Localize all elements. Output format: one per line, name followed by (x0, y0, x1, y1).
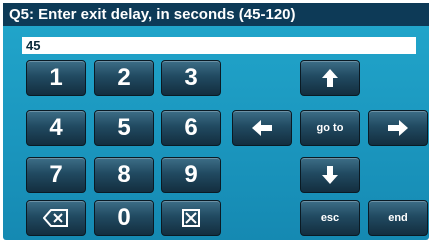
prompt-title: Q5: Enter exit delay, in seconds (45-120… (3, 3, 429, 26)
clear-icon (182, 209, 200, 227)
key-8[interactable]: 8 (94, 157, 154, 193)
goto-button[interactable]: go to (300, 110, 360, 146)
arrow-right-icon (387, 119, 409, 137)
key-4[interactable]: 4 (26, 110, 86, 146)
arrow-left-icon (251, 119, 273, 137)
esc-button[interactable]: esc (300, 200, 360, 236)
arrow-up-icon (321, 68, 339, 88)
up-button[interactable] (300, 60, 360, 96)
key-6[interactable]: 6 (161, 110, 221, 146)
backspace-icon (43, 209, 69, 227)
key-9[interactable]: 9 (161, 157, 221, 193)
key-5[interactable]: 5 (94, 110, 154, 146)
key-0[interactable]: 0 (94, 200, 154, 236)
right-button[interactable] (368, 110, 428, 146)
end-button[interactable]: end (368, 200, 428, 236)
key-3[interactable]: 3 (161, 60, 221, 96)
key-7[interactable]: 7 (26, 157, 86, 193)
down-button[interactable] (300, 157, 360, 193)
backspace-button[interactable] (26, 200, 86, 236)
key-2[interactable]: 2 (94, 60, 154, 96)
clear-button[interactable] (161, 200, 221, 236)
left-button[interactable] (232, 110, 292, 146)
key-1[interactable]: 1 (26, 60, 86, 96)
arrow-down-icon (321, 165, 339, 185)
entry-field[interactable]: 45 (22, 37, 416, 54)
